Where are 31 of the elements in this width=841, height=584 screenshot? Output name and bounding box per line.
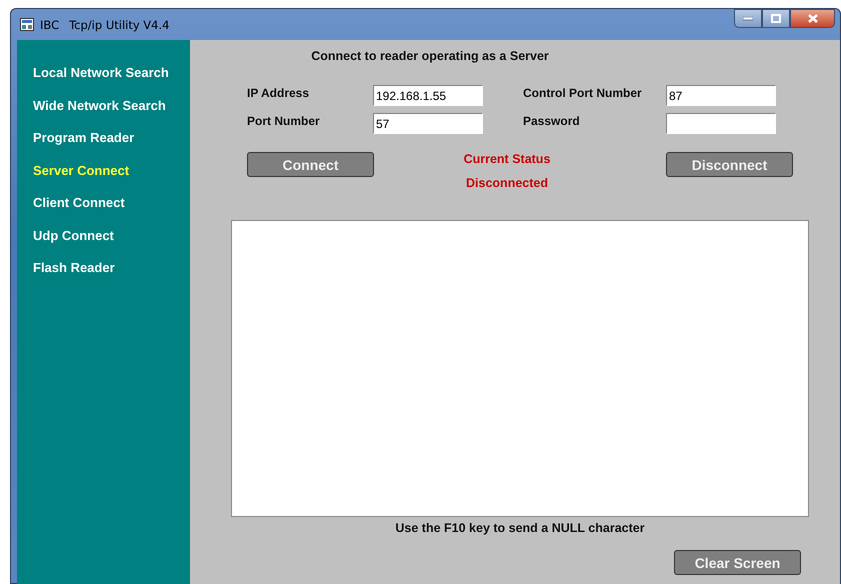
input-field[interactable]: 87 (666, 85, 776, 106)
sidebar-item[interactable]: Client Connect (17, 194, 190, 226)
hint-text: Use the F10 key to send a NULL character (395, 521, 645, 535)
sidebar-item[interactable]: Flash Reader (17, 259, 190, 292)
minimize-icon (743, 16, 753, 20)
app-icon (20, 18, 34, 31)
input-field[interactable]: 192.168.1.55 (373, 85, 483, 106)
sidebar-item[interactable]: Program Reader (17, 129, 190, 162)
close-icon (808, 14, 818, 23)
sidebar-item[interactable]: Local Network Search (17, 64, 190, 96)
input-field[interactable] (666, 113, 776, 134)
field-label: IP Address (247, 85, 310, 100)
connect-button[interactable]: Connect (247, 152, 374, 177)
window-title: Tcp/ip Utility V4.4 (69, 18, 170, 32)
maximize-icon (771, 14, 781, 23)
field-label: Password (523, 113, 581, 128)
status-value: Disconnected (466, 176, 548, 190)
field-label: Port Number (247, 113, 321, 128)
maximize-button[interactable] (762, 9, 790, 28)
clear-screen-button[interactable]: Clear Screen (674, 550, 801, 575)
field-label: Control Port Number (523, 85, 643, 100)
panel-heading: Connect to reader operating as a Server (310, 49, 550, 65)
minimize-button[interactable] (734, 9, 762, 28)
disconnect-button[interactable]: Disconnect (666, 152, 793, 177)
sidebar-item[interactable]: Wide Network Search (17, 96, 190, 129)
app-name: IBC (40, 18, 60, 32)
sidebar-item[interactable]: Udp Connect (17, 226, 190, 259)
close-button[interactable] (790, 9, 835, 28)
input-field[interactable]: 57 (373, 113, 483, 134)
sidebar-item[interactable]: Server Connect (17, 162, 190, 194)
status-label: Current Status (464, 152, 550, 166)
